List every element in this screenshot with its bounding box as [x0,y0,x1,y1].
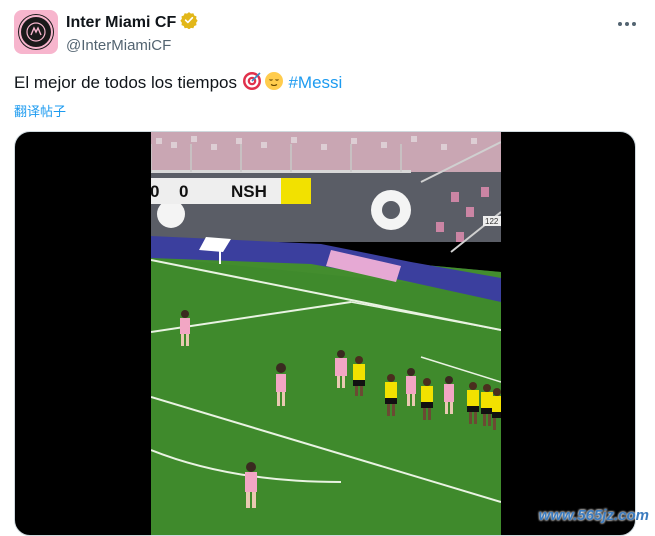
away-score: 0 [179,182,188,201]
stand-section-sign: 122 [485,217,499,226]
account-handle[interactable]: @InterMiamiCF [66,36,198,56]
target-emoji-icon [242,71,262,98]
away-color-swatch [281,178,311,204]
video-player[interactable]: 0 0 NSH 122 [14,131,636,536]
relieved-face-emoji-icon [264,71,284,98]
more-options-icon[interactable] [615,12,639,36]
free-kick-scene: 0 0 NSH 122 [151,132,501,535]
avatar[interactable] [14,10,58,54]
display-name[interactable]: Inter Miami CF [66,13,176,33]
home-score: 0 [151,182,159,201]
verified-badge-icon [180,11,198,34]
tweet-body: El mejor de todos los tiempos [14,73,242,92]
tweet-text: El mejor de todos los tiempos #Messi [14,71,342,98]
inter-miami-crest-icon [19,15,53,49]
site-watermark: www.565jz.com [538,507,649,524]
hashtag-link[interactable]: #Messi [288,73,342,92]
video-frame: 0 0 NSH 122 [151,132,501,535]
translate-post-link[interactable]: 翻译帖子 [14,101,66,120]
away-team-code: NSH [231,182,267,201]
tweet-header: Inter Miami CF @InterMiamiCF [14,10,641,56]
